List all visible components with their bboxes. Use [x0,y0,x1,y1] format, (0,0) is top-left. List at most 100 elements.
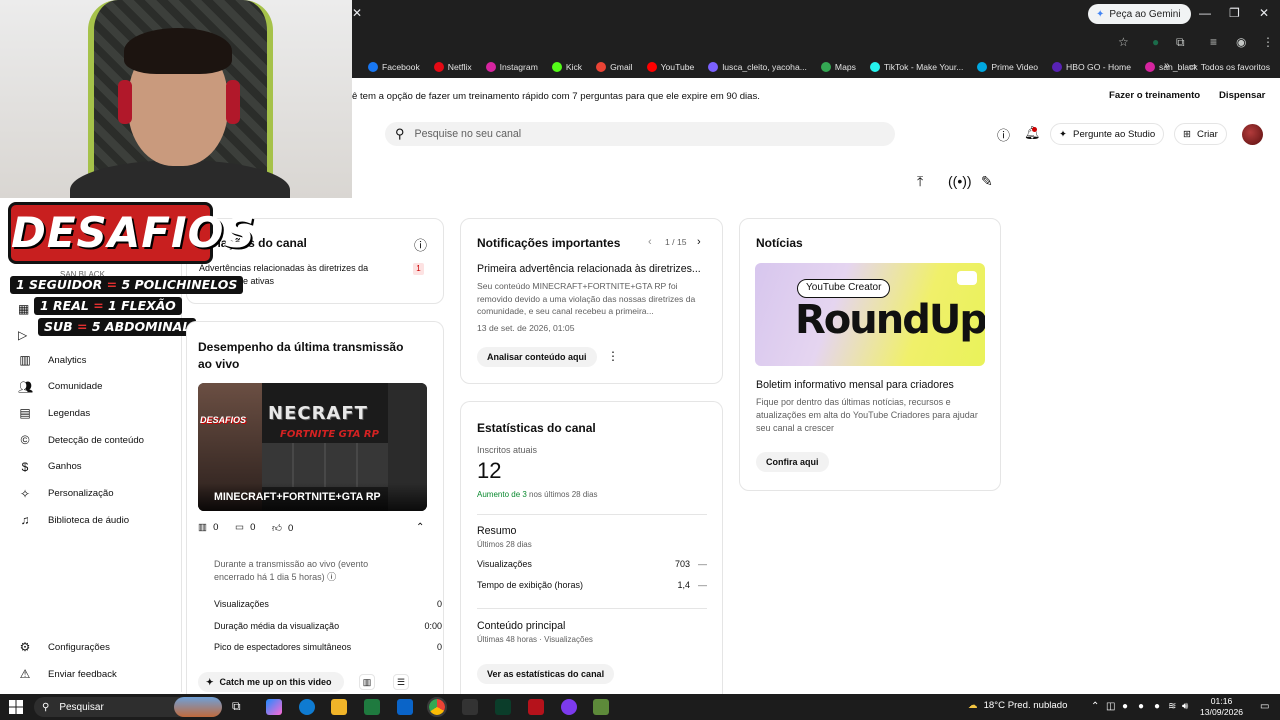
news-body: Fique por dentro das últimas notícias, r… [756,397,978,433]
catch-up-button[interactable]: ✦ Catch me up on this video [198,672,344,692]
all-favorites[interactable]: ▭ Todos os favoritos [1189,61,1270,72]
next-chevron-icon[interactable]: › [697,236,701,248]
tab-close-icon[interactable]: ✕ [352,6,362,20]
summary-trend: — [698,580,707,590]
extensions-puzzle-icon[interactable]: ⧉ [1176,35,1185,50]
close-window-icon[interactable]: ✕ [1259,6,1269,20]
create-post-icon[interactable]: ✎ [981,173,993,190]
sidebar-item[interactable]: ▥ Analytics [18,352,86,368]
feedback-icon: ⚠ [19,667,31,681]
chrome-icon[interactable] [427,697,447,717]
thumbs-up-icon: 👍︎ [272,523,283,534]
create-button[interactable]: ⊞ Criar [1174,123,1227,145]
bookmark-item[interactable]: Facebook [368,62,420,72]
file-explorer-icon[interactable] [331,699,347,715]
more-bookmarks-icon[interactable]: » [1164,60,1170,71]
tray-app-icon[interactable]: ● [1122,701,1128,712]
tray-network-icon[interactable]: ◫ [1106,701,1115,712]
sidebar-item[interactable]: © Detecção de conteúdo [18,432,144,448]
notification-center-icon[interactable]: ▭ [1260,701,1269,712]
maximize-icon[interactable]: ❐ [1229,6,1240,20]
tray-app-icon[interactable]: ● [1138,701,1144,712]
bookmark-item[interactable]: Gmail [596,62,633,72]
upload-icon[interactable]: ⤒ [917,173,923,190]
help-icon[interactable]: ⓘ [327,572,336,582]
task-view-icon[interactable]: ⧉ [232,699,248,715]
bookmark-favicon-icon [977,62,988,72]
search-input[interactable]: Pesquise no seu canal [415,128,522,140]
bookmark-label: Netflix [447,62,472,72]
collapse-chevron-icon[interactable]: ⌃ [416,522,424,533]
analytics-icon[interactable]: ▥ [359,674,375,690]
minecraft-icon[interactable] [593,699,609,715]
bookmark-item[interactable]: Instagram [485,62,538,72]
copilot-icon[interactable] [266,699,282,715]
roundup-tag: YouTube Creator [797,279,891,298]
app-icon[interactable] [495,699,511,715]
live-stat-label: Pico de espectadores simultâneos [214,642,352,652]
help-icon[interactable]: ⓘ [414,235,427,254]
sidebar-item[interactable]: ✧ Personalização [18,486,114,502]
profile-icon[interactable]: ◉ [1236,35,1246,49]
sidebar-item-settings[interactable]: ⚙ Configurações [18,639,110,655]
more-options-icon[interactable]: ⋮ [607,349,619,363]
tray-up-icon[interactable]: ⌃ [1091,701,1099,712]
challenge-line: SUB = 5 ABDOMINAL [38,318,197,336]
roundup-image[interactable]: YouTube Creator RoundUp [755,263,985,366]
account-avatar[interactable] [1242,124,1263,145]
content-icon[interactable]: ▷ [18,328,27,342]
outlook-icon[interactable] [397,699,413,715]
bookmark-item[interactable]: HBO GO - Home [1052,62,1131,72]
epic-icon[interactable] [462,699,478,715]
bookmark-item[interactable]: Prime Video [977,62,1038,72]
review-content-button[interactable]: Analisar conteúdo aqui [477,347,597,367]
challenge-line: 1 REAL = 1 FLEXÃO [34,297,182,315]
minimize-icon[interactable]: — [1199,6,1211,20]
sidebar-item[interactable]: ♫ Biblioteca de áudio [18,512,130,528]
view-channel-stats-button[interactable]: Ver as estatísticas do canal [477,664,615,684]
go-live-icon[interactable]: ((•)) [948,173,972,189]
channel-search[interactable]: ⚲ Pesquise no seu canal [385,122,895,146]
bookmark-item[interactable]: Netflix [433,62,472,72]
app-icon[interactable] [528,699,544,715]
volume-icon[interactable]: 🔊︎ [1182,701,1188,712]
check-it-out-button[interactable]: Confira aqui [756,452,829,472]
bookmarks-bar: » ▭ Todos os favoritos Facebook Netflix In… [352,56,1280,78]
extension-icon[interactable]: ● [1152,35,1159,49]
edge-icon[interactable] [299,699,315,715]
sidebar-item-feedback[interactable]: ⚠ Enviar feedback [18,666,117,682]
dashboard-icon[interactable]: ▦ [18,302,29,316]
taskbar-search[interactable]: ⚲ Pesquisar [34,697,222,717]
take-training-button[interactable]: Fazer o treinamento [1109,90,1200,101]
clock[interactable]: 01:16 13/09/2026 [1200,696,1243,718]
sidebar-item[interactable]: ▤ Legendas [18,405,90,421]
tray-app-icon[interactable]: ● [1154,701,1160,712]
sidebar-item[interactable]: $ Ganhos [18,459,82,475]
media-icon[interactable]: ≡ [1210,35,1217,49]
challenge-reward: 5 POLICHINELOS [121,277,238,292]
discord-icon[interactable] [561,699,577,715]
bookmark-star-icon[interactable]: ☆ [1118,35,1129,49]
views-count: 0 [213,522,219,533]
bookmark-item[interactable]: lusca_cleito, yacoha... [708,62,807,72]
prev-chevron-icon[interactable]: ‹ [648,236,652,248]
bookmark-item[interactable]: Kick [551,62,582,72]
comments-icon[interactable]: ☰ [393,674,409,690]
live-thumbnail[interactable]: DESAFIOS NECRAFT FORTNITE GTA RP MINECRA… [198,383,427,511]
sidebar-item[interactable]: 👥︎ Comunidade [18,379,102,395]
ask-gemini-button[interactable]: ✦ Peça ao Gemini [1088,4,1191,24]
store-icon[interactable] [364,699,380,715]
bookmark-item[interactable]: TikTok - Make Your... [869,62,963,72]
channel-stats-card: Estatísticas do canal Inscritos atuais 1… [460,401,723,701]
menu-icon[interactable]: ⋮ [1262,35,1274,49]
ask-studio-button[interactable]: ✦ Pergunte ao Studio [1050,123,1165,145]
windows-start-icon[interactable] [9,700,23,714]
summary-label: Tempo de exibição (horas) [477,580,584,590]
weather-widget[interactable]: ☁ 18°C Pred. nublado [968,700,1067,711]
help-icon[interactable]: ⓘ [997,125,1010,144]
bookmark-item[interactable]: YouTube [646,62,694,72]
wifi-icon[interactable]: ≋ [1168,701,1176,712]
dismiss-button[interactable]: Dispensar [1219,90,1265,101]
bookmark-item[interactable]: Maps [820,62,856,72]
challenge-line: 1 SEGUIDOR = 5 POLICHINELOS [10,276,244,294]
